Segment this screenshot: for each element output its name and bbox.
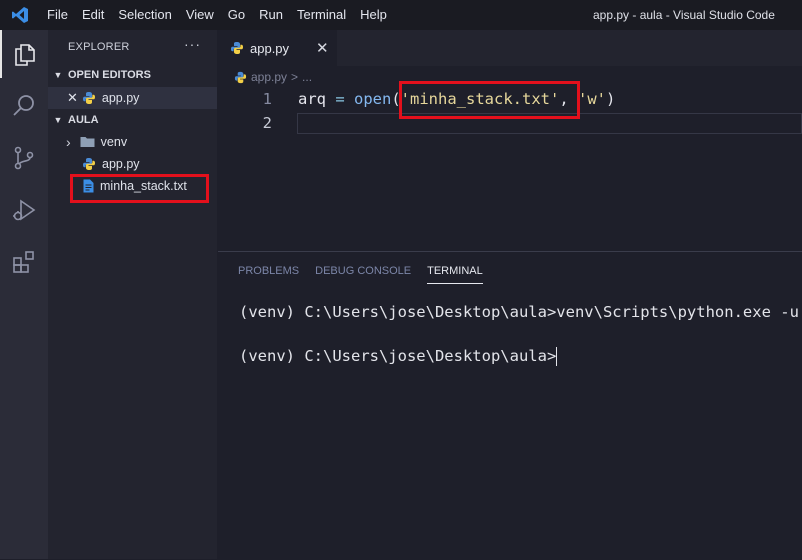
editor-tab-app-py[interactable]: app.py ✕ — [218, 30, 337, 66]
terminal-line: (venv) C:\Users\jose\Desktop\aula>venv\S… — [239, 303, 802, 321]
explorer-sidebar: EXPLORER ··· ▼ OPEN EDITORS ✕ app.py ▼ A… — [48, 30, 217, 559]
open-editors-title: OPEN EDITORS — [68, 69, 151, 81]
title-bar: File Edit Selection View Go Run Terminal… — [0, 0, 802, 30]
tree-item-venv[interactable]: › venv — [48, 131, 217, 153]
python-icon — [230, 41, 244, 55]
editor-tab-bar: app.py ✕ — [218, 30, 802, 66]
open-editor-item[interactable]: ✕ app.py — [48, 87, 217, 109]
panel-tabs: PROBLEMS DEBUG CONSOLE TERMINAL — [238, 265, 499, 284]
tree-item-label: app.py — [102, 157, 140, 171]
terminal-prompt-text: (venv) C:\Users\jose\Desktop\aula> — [239, 347, 557, 365]
source-control-icon[interactable] — [0, 134, 48, 182]
token: = — [326, 90, 354, 108]
extensions-icon[interactable] — [0, 238, 48, 286]
tab-terminal[interactable]: TERMINAL — [427, 265, 483, 284]
explorer-icon[interactable] — [0, 30, 48, 78]
menu-help[interactable]: Help — [353, 0, 394, 30]
token: arq — [298, 90, 326, 108]
menu-bar: File Edit Selection View Go Run Terminal… — [40, 0, 394, 30]
python-icon — [82, 91, 96, 105]
menu-terminal[interactable]: Terminal — [290, 0, 353, 30]
tree-item-label: venv — [100, 135, 128, 149]
vscode-logo-icon — [0, 0, 40, 30]
workspace-section[interactable]: ▼ AULA — [48, 109, 217, 131]
breadcrumb-symbols[interactable]: ... — [302, 70, 312, 84]
tab-label: app.py — [250, 40, 290, 56]
run-debug-icon[interactable] — [0, 186, 48, 234]
line-number: 1 — [262, 90, 272, 108]
menu-view[interactable]: View — [179, 0, 221, 30]
folder-icon — [80, 136, 95, 148]
menu-file[interactable]: File — [40, 0, 75, 30]
search-icon[interactable] — [0, 82, 48, 130]
tab-problems[interactable]: PROBLEMS — [238, 265, 299, 284]
close-icon[interactable]: ✕ — [316, 39, 329, 57]
terminal-prompt[interactable]: (venv) C:\Users\jose\Desktop\aula> — [239, 346, 558, 366]
menu-run[interactable]: Run — [252, 0, 290, 30]
menu-selection[interactable]: Selection — [111, 0, 178, 30]
explorer-header: EXPLORER — [68, 41, 130, 53]
token: open — [354, 90, 392, 108]
highlight-box-filename — [70, 174, 209, 203]
token: ) — [605, 90, 616, 108]
activity-bar — [0, 30, 48, 559]
breadcrumb: app.py > ... — [234, 68, 312, 86]
menu-edit[interactable]: Edit — [75, 0, 111, 30]
tab-debug-console[interactable]: DEBUG CONSOLE — [315, 265, 411, 284]
workspace-title: AULA — [68, 114, 99, 126]
bottom-panel: PROBLEMS DEBUG CONSOLE TERMINAL (venv) C… — [218, 251, 802, 560]
tree-item-app-py[interactable]: app.py — [48, 153, 217, 175]
python-icon — [82, 157, 96, 171]
window-title: app.py - aula - Visual Studio Code — [593, 8, 775, 22]
chevron-right-icon: › — [66, 134, 71, 150]
chevron-down-icon: ▼ — [53, 70, 63, 80]
more-actions-icon[interactable]: ··· — [184, 36, 201, 52]
chevron-down-icon: ▼ — [53, 115, 63, 125]
open-editor-filename: app.py — [101, 91, 140, 105]
token: 'w' — [577, 90, 606, 108]
close-icon[interactable]: ✕ — [67, 90, 78, 106]
breadcrumb-file[interactable]: app.py — [251, 70, 287, 84]
open-editors-section[interactable]: ▼ OPEN EDITORS — [48, 64, 217, 86]
line-number: 2 — [262, 114, 272, 132]
highlight-box-code-string — [399, 81, 580, 119]
python-icon — [234, 71, 247, 84]
menu-go[interactable]: Go — [221, 0, 252, 30]
breadcrumb-separator: > — [291, 70, 299, 84]
terminal-cursor — [556, 347, 558, 366]
